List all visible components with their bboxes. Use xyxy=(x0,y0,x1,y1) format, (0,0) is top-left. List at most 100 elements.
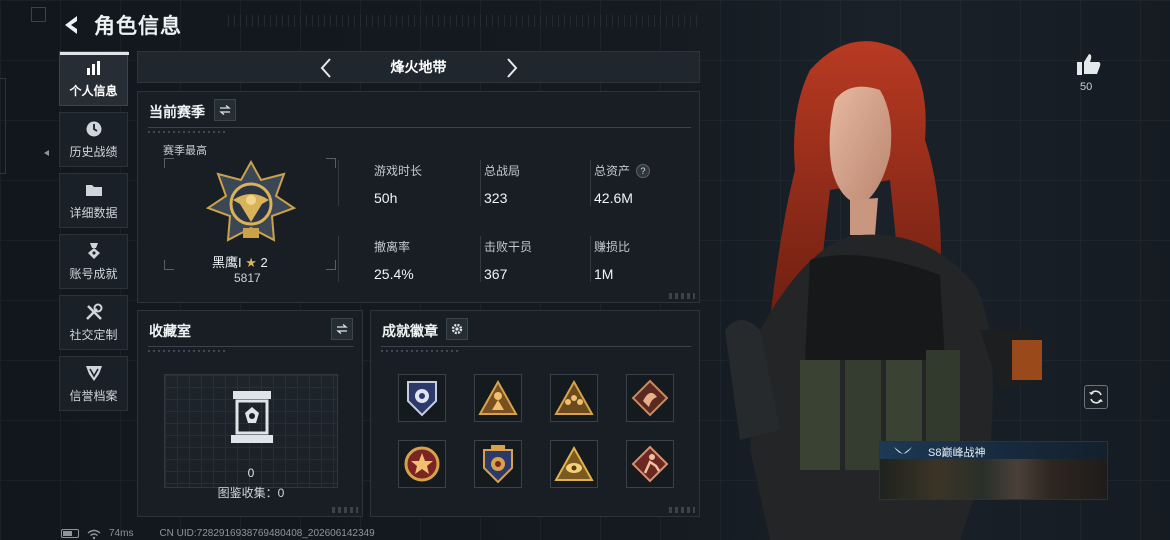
micro-decoration xyxy=(148,350,228,352)
refresh-icon xyxy=(1089,390,1103,404)
eagle-shield-badge-icon xyxy=(483,445,513,484)
thumbs-up-icon xyxy=(1077,54,1101,75)
banner-title: S8巅峰战神 xyxy=(928,447,986,459)
user-id: CN UID:7282916938769480408_202606142349 xyxy=(159,528,375,539)
folder-icon xyxy=(84,180,104,200)
sidebar-item-label: 历史战绩 xyxy=(69,145,118,159)
divider xyxy=(480,236,481,282)
title-banner[interactable]: S8巅峰战神 xyxy=(879,441,1108,500)
mode-next-button[interactable] xyxy=(500,56,524,80)
season-title: 当前赛季 xyxy=(149,104,205,120)
frame-corner xyxy=(326,260,336,270)
season-panel: 当前赛季 赛季最高 黑鹰I ★ 2 5817 游戏时长 50h 总战局 323 xyxy=(137,91,700,303)
achievement-badge[interactable] xyxy=(550,440,598,488)
achievement-badge[interactable] xyxy=(474,440,522,488)
achievements-title: 成就徽章 xyxy=(382,323,438,339)
star-round-badge-icon xyxy=(404,446,440,482)
gear-icon xyxy=(451,323,463,335)
collection-switch-button[interactable] xyxy=(331,318,353,340)
stat-total-assets: 总资产? 42.6M xyxy=(594,162,694,206)
stat-label: 总战局 xyxy=(484,164,521,178)
help-icon[interactable]: ? xyxy=(636,163,651,178)
sidebar-item-label: 社交定制 xyxy=(69,328,118,342)
like-count: 50 xyxy=(1080,81,1093,93)
sidebar-item-label: 个人信息 xyxy=(69,84,118,98)
stat-value: 323 xyxy=(484,190,508,206)
stat-extract-rate: 撤离率 25.4% xyxy=(374,238,474,282)
achievement-badge[interactable] xyxy=(398,374,446,422)
sidebar-item-achievements[interactable]: 账号成就 xyxy=(59,234,128,289)
achievement-badge[interactable] xyxy=(474,374,522,422)
sidebar: 个人信息 历史战绩 详细数据 账号成就 社交定制 信誉档案 xyxy=(59,51,129,417)
header-decoration xyxy=(228,15,698,27)
bar-chart-icon xyxy=(84,58,104,78)
rotate-view-button[interactable] xyxy=(1084,385,1108,409)
collection-panel[interactable]: 收藏室 0 图鉴收集：0 xyxy=(137,310,363,517)
edge-arrow-icon xyxy=(44,150,49,156)
achievement-badge[interactable] xyxy=(626,440,674,488)
page-header: 角色信息 xyxy=(60,10,182,40)
lion-shield-badge-icon xyxy=(407,381,437,417)
stat-label: 撤离率 xyxy=(374,240,411,254)
sidebar-item-detailed-data[interactable]: 详细数据 xyxy=(59,173,128,228)
stat-label-row: 总资产? xyxy=(594,162,694,179)
stat-value: 1M xyxy=(594,266,614,282)
divider xyxy=(480,160,481,206)
stat-profit-ratio: 赚损比 1M xyxy=(594,238,694,282)
stat-operators-defeated: 击败干员 367 xyxy=(484,238,584,282)
mode-selector: 烽火地带 xyxy=(137,51,700,83)
chevron-left-icon xyxy=(320,58,331,78)
collection-label: 图鉴收集：0 xyxy=(217,486,285,500)
stat-label: 游戏时长 xyxy=(374,164,423,178)
achievement-badge[interactable] xyxy=(398,440,446,488)
stat-value: 25.4% xyxy=(374,266,414,282)
rank-points: 5817 xyxy=(234,271,261,285)
rank-stars: 2 xyxy=(260,255,268,270)
rank-name-row: 黑鹰I ★ 2 xyxy=(212,252,268,271)
ping-value: 74ms xyxy=(109,528,134,539)
frame-corner xyxy=(164,260,174,270)
season-best-label: 赛季最高 xyxy=(163,145,207,157)
achievements-settings-button[interactable] xyxy=(446,318,468,340)
achievement-badge[interactable] xyxy=(550,374,598,422)
frame-corner xyxy=(326,158,336,168)
divider xyxy=(381,346,691,347)
frame-corner xyxy=(164,158,174,168)
sidebar-item-history[interactable]: 历史战绩 xyxy=(59,112,128,167)
collection-title: 收藏室 xyxy=(149,323,191,339)
wifi-icon xyxy=(87,529,101,539)
runner-diamond-badge-icon xyxy=(631,445,669,483)
banner-artwork xyxy=(880,459,1107,499)
battery-icon xyxy=(61,529,79,538)
page-title: 角色信息 xyxy=(94,15,182,38)
mode-prev-button[interactable] xyxy=(314,56,338,80)
sidebar-item-label: 账号成就 xyxy=(69,267,118,281)
divider xyxy=(338,236,339,282)
sidebar-item-credit-record[interactable]: 信誉档案 xyxy=(59,356,128,411)
sidebar-item-personal-info[interactable]: 个人信息 xyxy=(59,51,129,106)
season-switch-button[interactable] xyxy=(214,99,236,121)
back-button[interactable] xyxy=(60,13,84,37)
micro-decoration xyxy=(381,350,461,352)
back-arrow-icon xyxy=(65,16,77,34)
rank-name: 黑鹰I xyxy=(212,255,242,270)
shield-icon xyxy=(84,363,104,383)
display-case-icon xyxy=(231,391,273,443)
swap-icon xyxy=(219,105,231,115)
corner-decoration xyxy=(669,293,695,299)
edge-tab[interactable] xyxy=(0,78,6,174)
divider xyxy=(148,346,354,347)
rank-emblem-icon xyxy=(206,160,296,242)
soldier-triangle-badge-icon xyxy=(478,380,518,415)
like-button[interactable] xyxy=(1076,52,1102,76)
sidebar-item-social-custom[interactable]: 社交定制 xyxy=(59,295,128,350)
achievement-badge[interactable] xyxy=(626,374,674,422)
collection-count: 0 xyxy=(247,466,255,480)
chevron-right-icon xyxy=(507,58,518,78)
swap-icon xyxy=(336,324,348,334)
corner-frame-icon xyxy=(31,7,46,22)
achievements-panel: 成就徽章 xyxy=(370,310,700,517)
stat-value: 367 xyxy=(484,266,508,282)
stat-play-time: 游戏时长 50h xyxy=(374,162,474,206)
corner-decoration xyxy=(332,507,358,513)
